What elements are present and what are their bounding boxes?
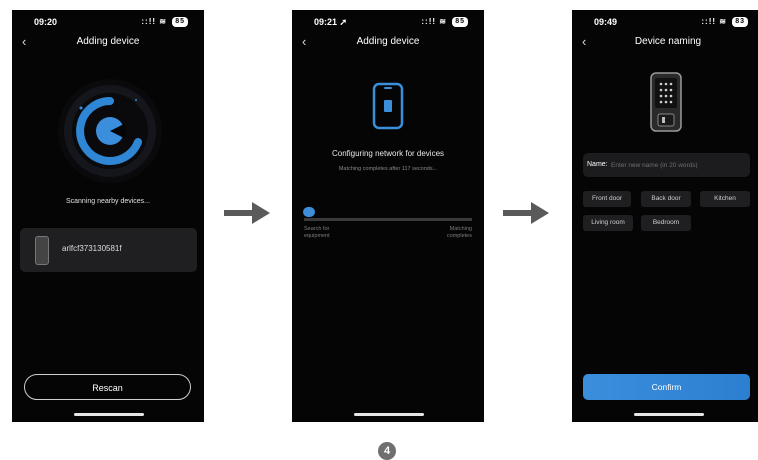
screen-naming: 09:49 ::!! ≋ 83 ‹ Device naming Name: Fr… bbox=[572, 10, 758, 422]
status-bar: 09:49 ::!! ≋ 83 bbox=[572, 16, 758, 30]
device-name: arlfcf373130581f bbox=[62, 244, 122, 253]
status-time: 09:20 bbox=[34, 17, 58, 27]
step-end-label: Matching completes bbox=[447, 226, 472, 240]
wifi-icon: ≋ bbox=[439, 17, 447, 26]
config-subtitle: Matching completes after 117 seconds... bbox=[338, 166, 438, 172]
confirm-button[interactable]: Confirm bbox=[583, 374, 750, 400]
wifi-icon: ≋ bbox=[159, 17, 167, 26]
status-bar: 09:20 ::!! ≋ 85 bbox=[12, 16, 204, 30]
status-time: 09:49 bbox=[594, 17, 618, 27]
step-start-label-line1: Search for bbox=[304, 226, 330, 232]
phone-config-icon bbox=[372, 82, 404, 130]
step-end-label-line1: Matching bbox=[449, 226, 472, 232]
chip-living-room[interactable]: Living room bbox=[583, 215, 633, 231]
chip-front-door[interactable]: Front door bbox=[583, 191, 631, 207]
home-indicator bbox=[74, 413, 144, 416]
page-title: Device naming bbox=[634, 36, 702, 47]
step-number-badge: 4 bbox=[378, 442, 396, 460]
name-label: Name: bbox=[587, 161, 608, 168]
status-icons: ::!! ≋ 85 bbox=[141, 17, 188, 27]
page-title: Adding device bbox=[76, 36, 140, 47]
status-icons: ::!! ≋ 85 bbox=[421, 17, 468, 27]
signal-icon: ::!! bbox=[701, 17, 717, 26]
chip-back-door[interactable]: Back door bbox=[641, 191, 691, 207]
step-end-label-line2: completes bbox=[446, 233, 472, 239]
step-start-label: Search for equipment bbox=[304, 226, 330, 240]
signal-icon: ::!! bbox=[141, 17, 157, 26]
home-indicator bbox=[634, 413, 704, 416]
arrow-right-icon bbox=[503, 202, 549, 224]
page-title: Adding device bbox=[356, 36, 420, 47]
status-time-value: 09:21 bbox=[314, 17, 338, 27]
screen-scanning: 09:20 ::!! ≋ 85 ‹ Adding device Scanning… bbox=[12, 10, 204, 422]
status-bar: 09:21 ➚ ::!! ≋ 85 bbox=[292, 16, 484, 30]
chip-bedroom[interactable]: Bedroom bbox=[641, 215, 691, 231]
smart-lock-icon bbox=[650, 72, 682, 132]
battery-icon: 83 bbox=[732, 17, 748, 27]
progress-knob bbox=[303, 207, 315, 217]
location-arrow-icon: ➚ bbox=[339, 17, 348, 27]
status-time: 09:21 ➚ bbox=[314, 17, 347, 28]
battery-icon: 85 bbox=[452, 17, 468, 27]
battery-icon: 85 bbox=[172, 17, 188, 27]
status-icons: ::!! ≋ 83 bbox=[701, 17, 748, 27]
config-title: Configuring network for devices bbox=[331, 149, 445, 158]
arrow-right-icon bbox=[224, 202, 270, 224]
device-list-item[interactable]: arlfcf373130581f bbox=[20, 228, 197, 272]
signal-icon: ::!! bbox=[421, 17, 437, 26]
smart-lock-icon bbox=[35, 236, 49, 265]
home-indicator bbox=[354, 413, 424, 416]
name-input[interactable] bbox=[611, 159, 746, 171]
scan-radar-icon bbox=[58, 79, 162, 183]
device-name-field[interactable]: Name: bbox=[583, 153, 750, 177]
progress-track bbox=[304, 218, 472, 221]
step-start-label-line2: equipment bbox=[304, 233, 330, 239]
rescan-button[interactable]: Rescan bbox=[24, 374, 191, 400]
wifi-icon: ≋ bbox=[719, 17, 727, 26]
chip-kitchen[interactable]: Kitchen bbox=[700, 191, 750, 207]
screen-configuring: 09:21 ➚ ::!! ≋ 85 ‹ Adding device Config… bbox=[292, 10, 484, 422]
scan-status-text: Scanning nearby devices... bbox=[65, 198, 151, 205]
